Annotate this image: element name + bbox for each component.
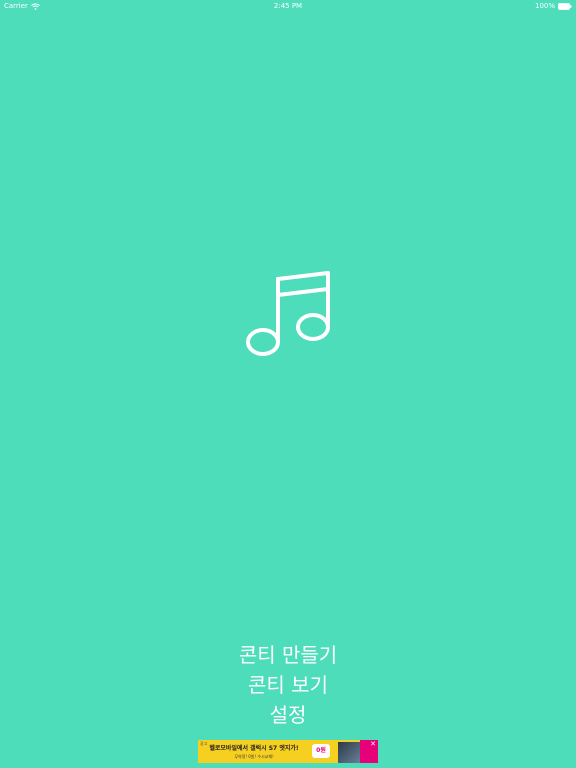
music-note-icon — [244, 269, 332, 359]
battery-percent: 100% — [534, 2, 555, 10]
create-conti-button[interactable]: 콘티 만들기 — [239, 640, 337, 670]
view-conti-button[interactable]: 콘티 보기 — [248, 670, 328, 700]
ad-subtext: 무약정! 0원! 수시교체! — [234, 754, 274, 759]
ad-phone-image — [338, 742, 360, 763]
status-time: 2:45 PM — [273, 2, 303, 10]
battery-icon — [558, 2, 572, 10]
ad-banner[interactable]: 광고 헬로모바일에서 갤럭시 S7 엣지가! 무약정! 0원! 수시교체! 0원… — [198, 740, 378, 763]
ad-headline: 헬로모바일에서 갤럭시 S7 엣지가! — [209, 745, 299, 752]
status-bar: Carrier 2:45 PM 100% — [0, 0, 576, 12]
ad-badge: 0원 — [312, 744, 330, 758]
status-right: 100% — [535, 0, 572, 12]
main-menu: 콘티 만들기 콘티 보기 설정 — [0, 640, 576, 730]
close-icon[interactable]: ✕ — [369, 740, 377, 748]
settings-button[interactable]: 설정 — [270, 700, 307, 730]
